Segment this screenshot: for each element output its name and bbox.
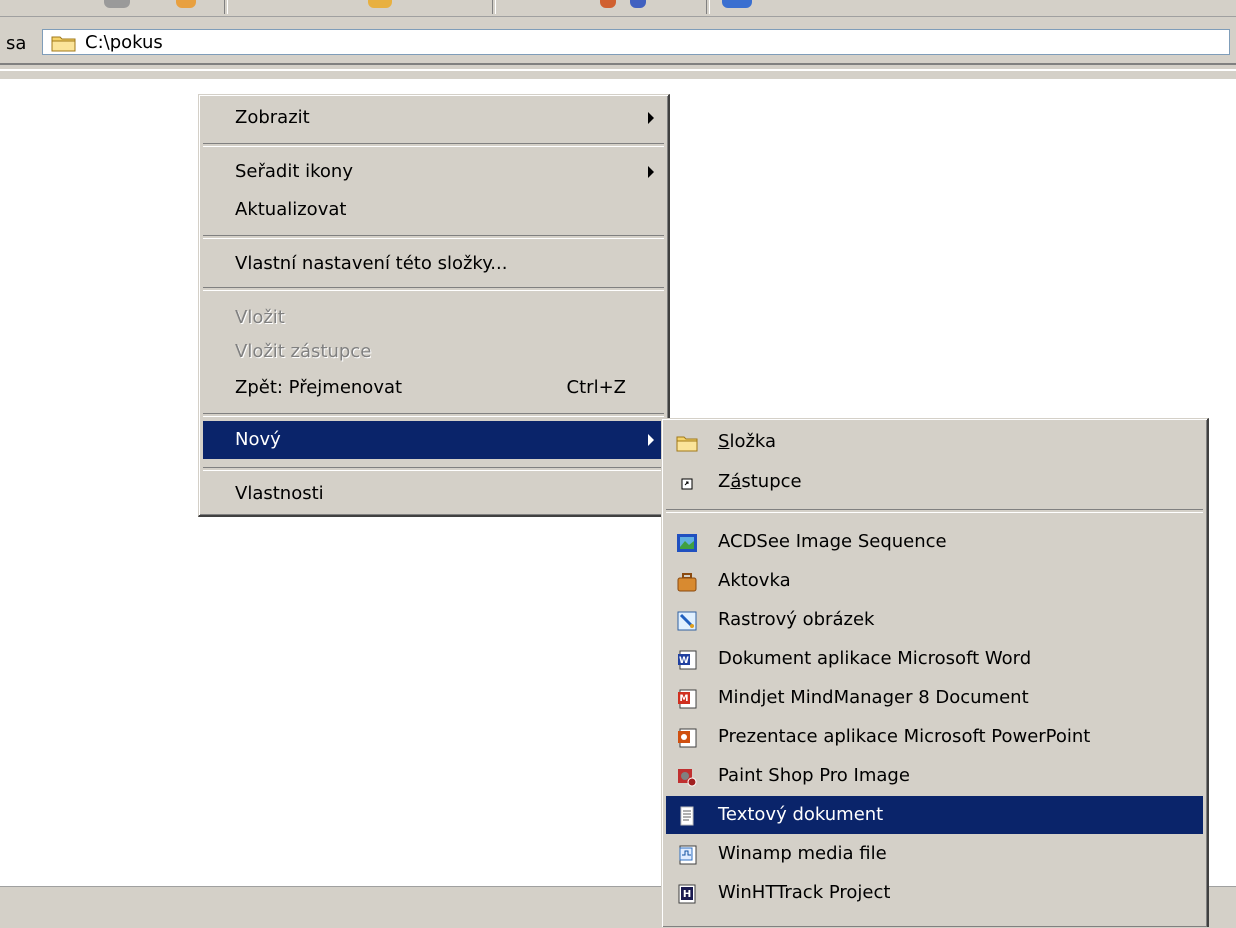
menu-item-label: Winamp media file (718, 843, 887, 864)
menu-item-label: Vlastní nastavení této složky... (235, 253, 508, 274)
winhttrack-icon: H (678, 884, 696, 904)
submenu-item-bitmap[interactable]: Rastrový obrázek (666, 601, 1203, 639)
submenu-arrow-icon (648, 112, 654, 124)
paintshop-icon (678, 769, 697, 787)
submenu-item-acdsee[interactable]: ACDSee Image Sequence (666, 523, 1203, 561)
menu-item-label: Mindjet MindManager 8 Document (718, 687, 1029, 708)
submenu-item-mindmanager[interactable]: M Mindjet MindManager 8 Document (666, 679, 1203, 717)
menu-item-label: Aktovka (718, 570, 791, 591)
menu-item-label: Textový dokument (718, 804, 884, 825)
new-submenu: Složka Zástupce ACDSee Image Sequence Ak… (661, 418, 1209, 927)
menu-item-label: Prezentace aplikace Microsoft PowerPoint (718, 726, 1091, 747)
submenu-item-word[interactable]: W Dokument aplikace Microsoft Word (666, 640, 1203, 678)
menu-separator (203, 467, 664, 471)
menu-item-label: Rastrový obrázek (718, 609, 875, 630)
submenu-item-briefcase[interactable]: Aktovka (666, 562, 1203, 600)
toolbar-button-partial[interactable] (368, 0, 392, 8)
svg-text:M: M (680, 694, 689, 704)
briefcase-icon (677, 573, 697, 592)
menu-item-label: Zpět: Přejmenovat (235, 377, 403, 398)
submenu-item-paintshop[interactable]: Paint Shop Pro Image (666, 757, 1203, 795)
toolbar-separator (224, 0, 228, 14)
word-icon: W (678, 650, 697, 670)
menu-item-label: Vlastnosti (235, 483, 324, 504)
menu-item-label: Nový (235, 429, 281, 450)
menu-item-label: Složka (718, 431, 777, 452)
menu-item-arrange-icons[interactable]: Seřadit ikony (203, 153, 664, 191)
submenu-item-powerpoint[interactable]: Prezentace aplikace Microsoft PowerPoint (666, 718, 1203, 756)
bitmap-icon (677, 611, 697, 631)
menu-item-label: Zástupce (718, 471, 802, 492)
shortcut-icon (681, 478, 693, 490)
context-menu: Zobrazit Seřadit ikony Aktualizovat Vlas… (198, 94, 670, 517)
menu-separator (203, 235, 664, 239)
text-document-icon (680, 806, 694, 826)
address-bar: sa C:\pokus (0, 17, 1236, 79)
submenu-item-folder[interactable]: Složka (666, 423, 1203, 461)
svg-text:W: W (679, 656, 689, 666)
address-bar-border (0, 63, 1236, 71)
menu-item-label: Vložit zástupce (235, 341, 372, 362)
menu-item-paste: Vložit (203, 299, 664, 337)
folder-icon (51, 36, 76, 52)
menu-separator (203, 287, 664, 291)
winamp-icon (679, 845, 697, 865)
menu-item-customize-folder[interactable]: Vlastní nastavení této složky... (203, 245, 664, 283)
address-input[interactable]: C:\pokus (42, 29, 1230, 55)
menu-item-shortcut: Ctrl+Z (566, 377, 626, 398)
menu-item-label: ACDSee Image Sequence (718, 531, 947, 552)
submenu-item-winhttrack[interactable]: H WinHTTrack Project (666, 874, 1203, 912)
submenu-item-shortcut[interactable]: Zástupce (666, 463, 1203, 501)
menu-item-label: Aktualizovat (235, 199, 347, 220)
menu-item-paste-shortcut: Vložit zástupce (203, 333, 664, 371)
toolbar-button-partial[interactable] (176, 0, 196, 8)
menu-item-label: Dokument aplikace Microsoft Word (718, 648, 1032, 669)
powerpoint-icon (678, 728, 697, 748)
address-value: C:\pokus (85, 32, 163, 53)
acdsee-icon (677, 534, 697, 552)
submenu-item-text-document[interactable]: Textový dokument (666, 796, 1203, 834)
submenu-item-winamp[interactable]: Winamp media file (666, 835, 1203, 873)
submenu-arrow-icon (648, 166, 654, 178)
toolbar (0, 0, 1236, 17)
menu-item-undo-rename[interactable]: Zpět: Přejmenovat Ctrl+Z (203, 369, 664, 407)
address-label: sa (6, 33, 27, 54)
mindmanager-icon: M (678, 689, 697, 709)
toolbar-separator (492, 0, 496, 14)
menu-item-refresh[interactable]: Aktualizovat (203, 191, 664, 229)
menu-item-label: Paint Shop Pro Image (718, 765, 910, 786)
folder-icon (676, 436, 698, 452)
toolbar-separator (706, 0, 710, 14)
menu-item-label: Zobrazit (235, 107, 310, 128)
menu-item-label: Vložit (235, 307, 285, 328)
menu-item-view[interactable]: Zobrazit (203, 99, 664, 137)
toolbar-button-partial[interactable] (722, 0, 752, 8)
menu-separator (203, 143, 664, 147)
svg-text:H: H (683, 889, 691, 900)
toolbar-button-partial[interactable] (600, 0, 616, 8)
menu-item-new[interactable]: Nový (203, 421, 664, 459)
toolbar-button-partial[interactable] (104, 0, 130, 8)
menu-separator (666, 509, 1203, 513)
menu-item-label: WinHTTrack Project (718, 882, 891, 903)
submenu-arrow-icon (648, 434, 654, 446)
toolbar-button-partial[interactable] (630, 0, 646, 8)
menu-item-properties[interactable]: Vlastnosti (203, 475, 664, 513)
menu-item-label: Seřadit ikony (235, 161, 353, 182)
menu-separator (203, 413, 664, 417)
